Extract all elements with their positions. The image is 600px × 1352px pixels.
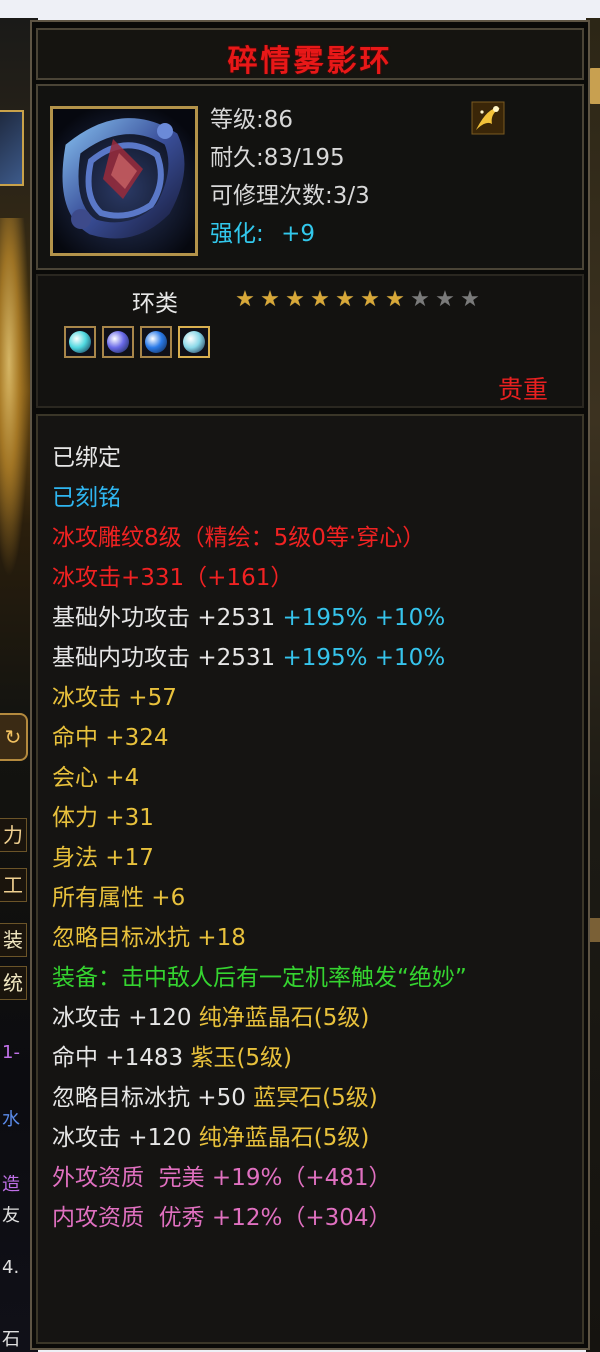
star-filled-icon: ★: [285, 287, 305, 312]
ice-attack-total: 冰攻击+331（+161）: [52, 565, 294, 591]
engraved-status: 已刻铭: [52, 485, 121, 511]
gem-sockets: [64, 326, 210, 358]
item-level: 等级:86: [210, 107, 294, 133]
enhance-value: +9: [281, 221, 315, 247]
set-effect: 装备：击中敌人后有一定机率触发“绝妙”: [52, 965, 467, 991]
gem-stat-line: 命中 +1483 紫玉(5级): [52, 1038, 572, 1078]
gem-stat-line: 冰攻击 +120 纯净蓝晶石(5级): [52, 1118, 572, 1158]
bonus-stat: 冰攻击 +57: [52, 685, 177, 711]
inner-attack-quality: 内攻资质 优秀 +12%（+304）: [52, 1205, 392, 1231]
background-refresh-button[interactable]: ↻: [0, 713, 28, 761]
enhance-label: 强化:: [210, 221, 264, 247]
gem-stat: 命中 +1483: [52, 1045, 184, 1071]
background-glow-art: [0, 218, 30, 578]
item-attributes-panel: 已绑定 已刻铭 冰攻雕纹8级（精绘：5级0等·穿心） 冰攻击+331（+161）…: [36, 414, 584, 1344]
stat-percent: +195%: [282, 605, 368, 631]
outer-attack-quality: 外攻资质 完美 +19%（+481）: [52, 1165, 392, 1191]
stat-label: 基础外功攻击: [52, 605, 190, 631]
star-filled-icon: ★: [385, 287, 405, 312]
item-name: 碎情雾影环: [227, 44, 393, 79]
bonus-stat: 所有属性 +6: [52, 885, 186, 911]
gem-level: (5级): [313, 1125, 370, 1151]
background-text-fragment: 友: [2, 1206, 20, 1226]
bonus-stat: 会心 +4: [52, 765, 140, 791]
bonus-stat: 忽略目标冰抗 +18: [52, 925, 246, 951]
stat-percent: +195%: [282, 645, 368, 671]
stat-percent: +10%: [374, 605, 446, 631]
star-empty-icon: ★: [460, 287, 480, 312]
star-filled-icon: ★: [310, 287, 330, 312]
ring-artwork-icon: [53, 109, 195, 253]
bonus-stat: 体力 +31: [52, 805, 154, 831]
gem-name: 纯净蓝晶石: [198, 1005, 314, 1031]
magic-sparkle-icon: [470, 100, 506, 136]
gem-level: (5级): [313, 1005, 370, 1031]
background-text-fragment: 4.: [2, 1258, 20, 1278]
background-tab-tag[interactable]: 力: [0, 818, 27, 852]
star-filled-icon: ★: [360, 287, 380, 312]
gem-stat: 冰攻击 +120: [52, 1125, 192, 1151]
item-icon: [50, 106, 198, 256]
star-empty-icon: ★: [435, 287, 455, 312]
violet-gem-icon: [102, 326, 134, 358]
stat-value: +2531: [197, 645, 276, 671]
gem-stat-line: 忽略目标冰抗 +50 蓝冥石(5级): [52, 1078, 572, 1118]
background-tab-tag[interactable]: 统: [0, 966, 27, 1000]
base-outer-attack: 基础外功攻击 +2531 +195% +10%: [52, 598, 572, 638]
star-filled-icon: ★: [235, 287, 255, 312]
engrave-pattern: 冰攻雕纹8级（精绘：5级0等·穿心）: [52, 525, 426, 551]
gem-level: (5级): [236, 1045, 293, 1071]
item-type-panel: 环类 ★ ★ ★ ★ ★ ★ ★ ★ ★ ★ 贵重: [36, 274, 584, 408]
star-filled-icon: ★: [260, 287, 280, 312]
blue-gem-icon: [140, 326, 172, 358]
background-tab-tag[interactable]: 工: [0, 868, 27, 902]
item-info-panel: 等级:86 耐久:83/195 可修理次数:3/3 强化: +9: [36, 84, 584, 270]
gem-stat-line: 冰攻击 +120 纯净蓝晶石(5级): [52, 998, 572, 1038]
item-repair-count: 可修理次数:3/3: [210, 183, 370, 209]
star-filled-icon: ★: [335, 287, 355, 312]
item-tooltip: 碎情雾影环 等级:86 耐久:83/195 可修理次数:3/3 强化: +9 环…: [30, 20, 590, 1350]
gem-name: 纯净蓝晶石: [198, 1125, 314, 1151]
star-empty-icon: ★: [410, 287, 430, 312]
star-rating: ★ ★ ★ ★ ★ ★ ★ ★ ★ ★: [234, 288, 481, 312]
bonus-stat: 命中 +324: [52, 725, 169, 751]
item-rarity: 贵重: [497, 375, 548, 404]
ice-gem-icon: [178, 326, 210, 358]
stat-value: +2531: [197, 605, 276, 631]
tooltip-title-bar: 碎情雾影环: [36, 28, 584, 80]
bonus-stat: 身法 +17: [52, 845, 154, 871]
item-type: 环类: [132, 291, 178, 317]
item-durability: 耐久:83/195: [210, 145, 345, 171]
background-text-fragment: 造: [2, 1175, 20, 1195]
bound-status: 已绑定: [52, 445, 121, 471]
background-text-fragment: 水: [2, 1110, 20, 1130]
gem-name: 蓝冥石: [253, 1085, 323, 1111]
base-inner-attack: 基础内功攻击 +2531 +195% +10%: [52, 638, 572, 678]
background-item-thumbnail: [0, 110, 24, 186]
gem-stat: 冰攻击 +120: [52, 1005, 192, 1031]
gem-stat: 忽略目标冰抗 +50: [52, 1085, 246, 1111]
background-text-fragment: 石: [2, 1330, 20, 1350]
stat-percent: +10%: [374, 645, 446, 671]
gem-name: 紫玉: [190, 1045, 237, 1071]
background-text-fragment: 1-: [2, 1043, 20, 1063]
cyan-gem-icon: [64, 326, 96, 358]
background-tab-tag[interactable]: 装: [0, 923, 27, 957]
gem-level: (5级): [322, 1085, 378, 1111]
stat-label: 基础内功攻击: [52, 645, 190, 671]
item-enhance: 强化: +9: [210, 214, 315, 248]
